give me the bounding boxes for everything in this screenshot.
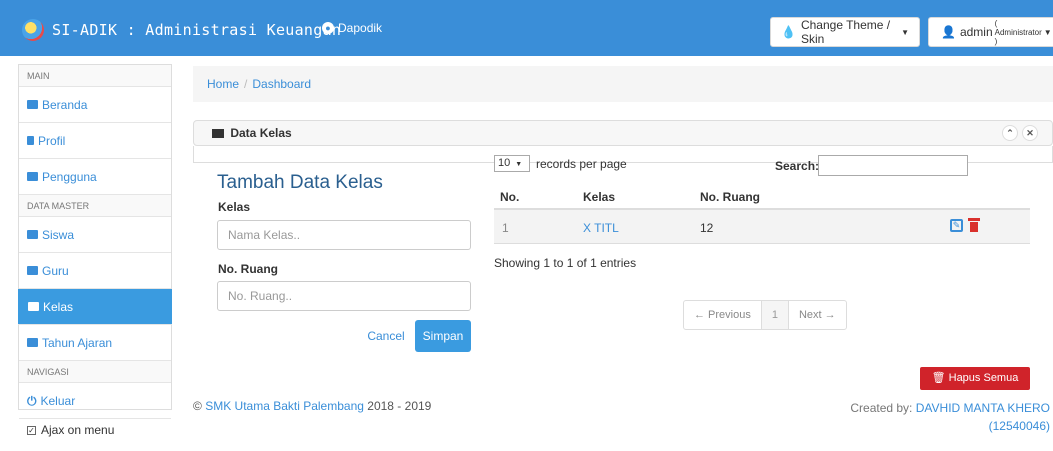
breadcrumb-dashboard[interactable]: Dashboard bbox=[252, 77, 311, 91]
sidebar-item-label: Kelas bbox=[43, 299, 74, 314]
sidebar-heading-master: DATA MASTER bbox=[19, 195, 171, 217]
sidebar-item-profil[interactable]: Profil bbox=[19, 123, 171, 159]
folder-icon bbox=[27, 338, 38, 347]
globe-icon: ● bbox=[322, 22, 334, 34]
brand-title: SI-ADIK : Administrasi Keuangan bbox=[52, 21, 342, 39]
page-length-value: 10 bbox=[498, 157, 511, 169]
sidebar-heading-navigasi: NAVIGASI bbox=[19, 361, 171, 383]
table-info: Showing 1 to 1 of 1 entries bbox=[494, 256, 637, 270]
cell-no: 1 bbox=[502, 221, 509, 235]
trash-icon[interactable] bbox=[968, 218, 980, 232]
page-length-select[interactable]: 10 ▼ bbox=[494, 155, 530, 172]
created-by-label: Created by: bbox=[850, 401, 913, 415]
theme-label: Change Theme / Skin bbox=[800, 18, 891, 46]
breadcrumb: Home / Dashboard bbox=[193, 66, 1053, 102]
delete-all-button[interactable]: 🗑 Hapus Semua Data bbox=[920, 367, 1030, 407]
next-page-button[interactable]: Next → bbox=[789, 301, 846, 329]
edit-icon[interactable]: ✎ bbox=[950, 219, 963, 232]
folder-icon bbox=[28, 302, 39, 311]
breadcrumb-home[interactable]: Home bbox=[207, 77, 239, 91]
sidebar-item-label: Siswa bbox=[42, 227, 75, 242]
cancel-button[interactable]: Cancel bbox=[364, 320, 408, 352]
panel-title: Data Kelas bbox=[230, 126, 292, 140]
panel-header: Data Kelas ⌃ ✕ bbox=[193, 120, 1053, 146]
top-navbar: SI-ADIK : Administrasi Keuangan ● Dapodi… bbox=[0, 0, 1053, 56]
home-icon bbox=[27, 100, 38, 109]
folder-icon bbox=[212, 129, 224, 138]
author-id[interactable]: (12540046) bbox=[989, 419, 1050, 433]
user-role: ( Administrator ) bbox=[994, 18, 1042, 46]
ajax-label: Ajax on menu bbox=[41, 423, 115, 437]
folder-icon bbox=[27, 230, 38, 239]
kelas-input[interactable] bbox=[217, 220, 471, 250]
user-icon: 👤 bbox=[941, 25, 956, 39]
tint-icon: 💧 bbox=[781, 25, 796, 39]
sidebar-item-label: Tahun Ajaran bbox=[42, 335, 113, 350]
user-icon bbox=[27, 136, 34, 145]
close-icon[interactable]: ✕ bbox=[1022, 125, 1038, 141]
sidebar-item-pengguna[interactable]: Pengguna bbox=[19, 159, 171, 195]
sidebar-item-label: Keluar bbox=[40, 393, 76, 408]
previous-page-button[interactable]: ← Previous bbox=[684, 301, 762, 329]
caret-down-icon: ▼ bbox=[901, 27, 909, 37]
pagination: ← Previous 1 Next → bbox=[683, 300, 847, 330]
cell-ruang: 12 bbox=[700, 221, 714, 235]
logo-icon bbox=[22, 19, 44, 41]
user-menu-button[interactable]: 👤 admin ( Administrator ) ▼ bbox=[928, 17, 1053, 47]
author-link[interactable]: DAVHID MANTA KHERO bbox=[916, 401, 1050, 415]
caret-down-icon: ▼ bbox=[515, 161, 523, 168]
save-button[interactable]: Simpan bbox=[415, 320, 471, 352]
footer-copyright: © SMK Utama Bakti Palembang 2018 - 2019 bbox=[193, 399, 431, 413]
search-input[interactable] bbox=[818, 155, 968, 176]
footer-years: 2018 - 2019 bbox=[367, 399, 432, 413]
checkbox-icon[interactable]: ✓ bbox=[27, 425, 36, 435]
sidebar-item-label: Beranda bbox=[42, 97, 88, 112]
folder-icon bbox=[27, 266, 38, 275]
sidebar-item-siswa[interactable]: Siswa bbox=[19, 217, 171, 253]
sidebar-item-kelas[interactable]: Kelas bbox=[18, 289, 172, 325]
copyright-symbol: © bbox=[193, 399, 202, 413]
user-name: admin bbox=[959, 25, 993, 39]
sidebar-item-beranda[interactable]: Beranda bbox=[19, 87, 171, 123]
change-theme-button[interactable]: 💧 Change Theme / Skin ▼ bbox=[770, 17, 920, 47]
sidebar-item-label: Guru bbox=[42, 263, 69, 278]
book-icon bbox=[27, 172, 38, 181]
sidebar-item-keluar[interactable]: ⏻ Keluar bbox=[19, 383, 171, 419]
kelas-label: Kelas bbox=[218, 200, 251, 214]
column-header-kelas[interactable]: Kelas bbox=[583, 190, 615, 204]
breadcrumb-separator: / bbox=[244, 77, 248, 91]
column-header-ruang[interactable]: No. Ruang bbox=[700, 190, 760, 204]
cell-kelas[interactable]: X TITL bbox=[583, 221, 619, 235]
brand[interactable]: SI-ADIK : Administrasi Keuangan bbox=[22, 19, 341, 41]
sidebar-item-label: Pengguna bbox=[42, 169, 97, 184]
dapodik-link[interactable]: ● Dapodik bbox=[322, 21, 382, 35]
column-header-no[interactable]: No. bbox=[500, 190, 519, 204]
search-label: Search: bbox=[775, 159, 820, 173]
form-title: Tambah Data Kelas bbox=[217, 172, 383, 193]
ruang-input[interactable] bbox=[217, 281, 471, 311]
trash-icon: 🗑 bbox=[931, 372, 946, 384]
dapodik-label: Dapodik bbox=[338, 21, 383, 35]
sidebar: MAIN Beranda Profil Pengguna DATA MASTER… bbox=[18, 64, 172, 437]
page-number-button[interactable]: 1 bbox=[761, 301, 789, 329]
page-length-label: records per page bbox=[536, 157, 627, 171]
school-link[interactable]: SMK Utama Bakti Palembang bbox=[205, 399, 364, 413]
sidebar-item-guru[interactable]: Guru bbox=[19, 253, 171, 289]
sidebar-item-label: Profil bbox=[38, 133, 66, 148]
caret-down-icon: ▼ bbox=[1043, 27, 1052, 37]
ruang-label: No. Ruang bbox=[218, 262, 278, 276]
sidebar-heading-main: MAIN bbox=[19, 65, 171, 87]
collapse-icon[interactable]: ⌃ bbox=[1002, 125, 1018, 141]
footer-credit: Created by: DAVHID MANTA KHERO (12540046… bbox=[850, 399, 1050, 435]
sidebar-item-tahun-ajaran[interactable]: Tahun Ajaran bbox=[19, 325, 171, 361]
power-icon: ⏻ bbox=[27, 393, 37, 408]
ajax-toggle[interactable]: ✓ Ajax on menu bbox=[19, 419, 171, 441]
